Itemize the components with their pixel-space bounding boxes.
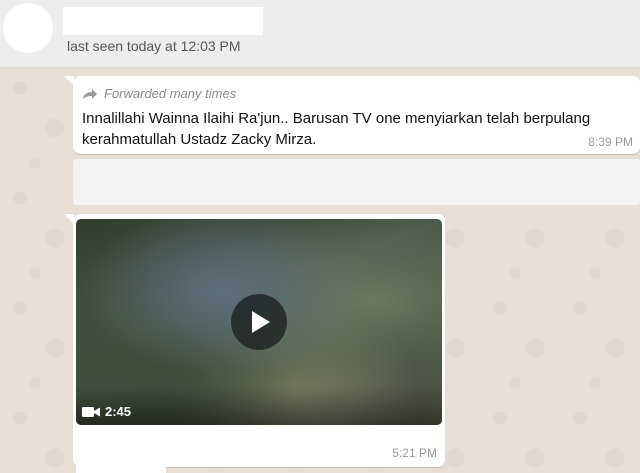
contact-name-redacted[interactable] bbox=[63, 7, 263, 35]
chat-header: last seen today at 12:03 PM bbox=[0, 0, 640, 68]
last-seen-status: last seen today at 12:03 PM bbox=[67, 38, 241, 54]
forwarded-label: Forwarded many times bbox=[104, 86, 237, 101]
video-duration: 2:45 bbox=[82, 404, 131, 419]
video-camera-icon bbox=[82, 406, 100, 417]
contact-avatar[interactable] bbox=[3, 3, 53, 53]
video-duration-label: 2:45 bbox=[105, 404, 132, 419]
message-text: Innalillahi Wainna Ilaihi Ra'jun.. Barus… bbox=[82, 110, 591, 148]
incoming-video-message[interactable]: 2:45 5:21 PM bbox=[73, 214, 445, 467]
video-thumbnail[interactable]: 2:45 bbox=[76, 219, 442, 425]
forward-arrow-icon bbox=[82, 88, 97, 99]
message-time: 5:21 PM bbox=[392, 446, 437, 460]
next-message-partial bbox=[76, 463, 166, 473]
redacted-message bbox=[73, 159, 640, 205]
play-icon[interactable] bbox=[231, 294, 287, 350]
forwarded-indicator: Forwarded many times bbox=[82, 86, 236, 101]
chat-pane[interactable]: Forwarded many times Innalillahi Wainna … bbox=[0, 68, 640, 473]
message-time: 8:39 PM bbox=[588, 135, 633, 149]
incoming-message-forwarded[interactable]: Forwarded many times Innalillahi Wainna … bbox=[73, 76, 640, 154]
